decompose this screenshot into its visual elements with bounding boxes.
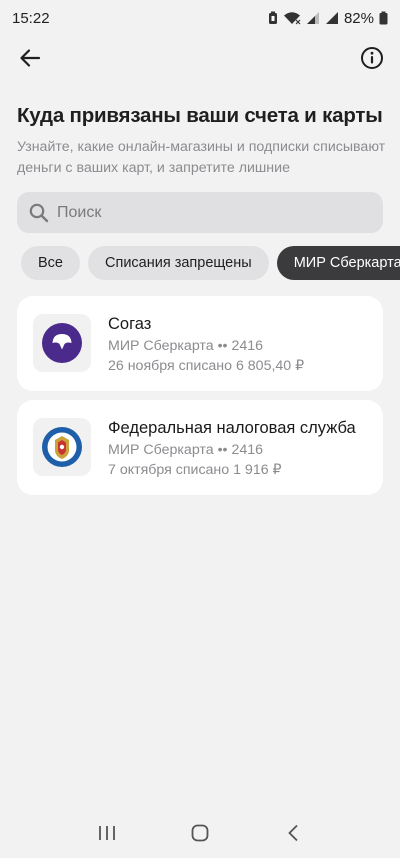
filter-chip-card[interactable]: МИР Сберкарта •• 2416 [276,246,400,280]
search-bar[interactable] [17,192,383,233]
merchant-name: Федеральная налоговая служба [108,419,356,437]
battery-saver-icon [268,11,278,25]
signal-icon [325,11,339,25]
sogaz-logo-icon [42,323,82,363]
fns-emblem-logo-icon [42,427,82,467]
merchant-name: Согаз [108,315,152,333]
recent-apps-button[interactable] [87,813,127,853]
merchant-logo [33,418,91,476]
back-nav-icon [288,824,298,842]
signal-icon [306,11,320,25]
merchant-last-charge: 26 ноября списано 6 805,40 ₽ [108,358,305,374]
home-icon [191,824,209,842]
merchant-card-info: МИР Сберкарта •• 2416 [108,442,264,458]
filter-chip-blocked[interactable]: Списания запрещены [88,246,269,280]
filter-chip-all[interactable]: Все [21,246,80,280]
merchant-last-charge: 7 октября списано 1 916 ₽ [108,462,282,478]
battery-icon [379,11,388,25]
filter-chips: Все Списания запрещены МИР Сберкарта •• … [21,246,400,280]
page-subtitle: Узнайте, какие онлайн-магазины и подписк… [17,139,386,176]
merchant-card-fns[interactable]: Федеральная налоговая служба МИР Сберкар… [17,400,383,495]
battery-percent: 82% [343,9,374,27]
merchant-card-sogaz[interactable]: Согаз МИР Сберкарта •• 2416 26 ноября сп… [17,296,383,391]
info-button[interactable] [358,44,386,72]
arrow-left-icon [20,49,41,67]
search-input[interactable] [57,203,357,222]
back-nav-button[interactable] [273,813,313,853]
info-icon [361,47,383,69]
status-bar: 15:22 82% [0,0,400,36]
back-button[interactable] [16,44,44,72]
page-title: Куда привязаны ваши счета и карты [17,104,383,127]
home-button[interactable] [180,813,220,853]
wifi-icon [283,11,301,25]
merchant-logo [33,314,91,372]
merchant-card-info: МИР Сберкарта •• 2416 [108,338,264,354]
recent-apps-icon [98,826,115,840]
status-time: 15:22 [12,9,50,27]
system-nav-bar [0,808,400,858]
top-bar [0,40,400,76]
search-icon [29,203,49,222]
status-icons: 82% [268,10,388,27]
